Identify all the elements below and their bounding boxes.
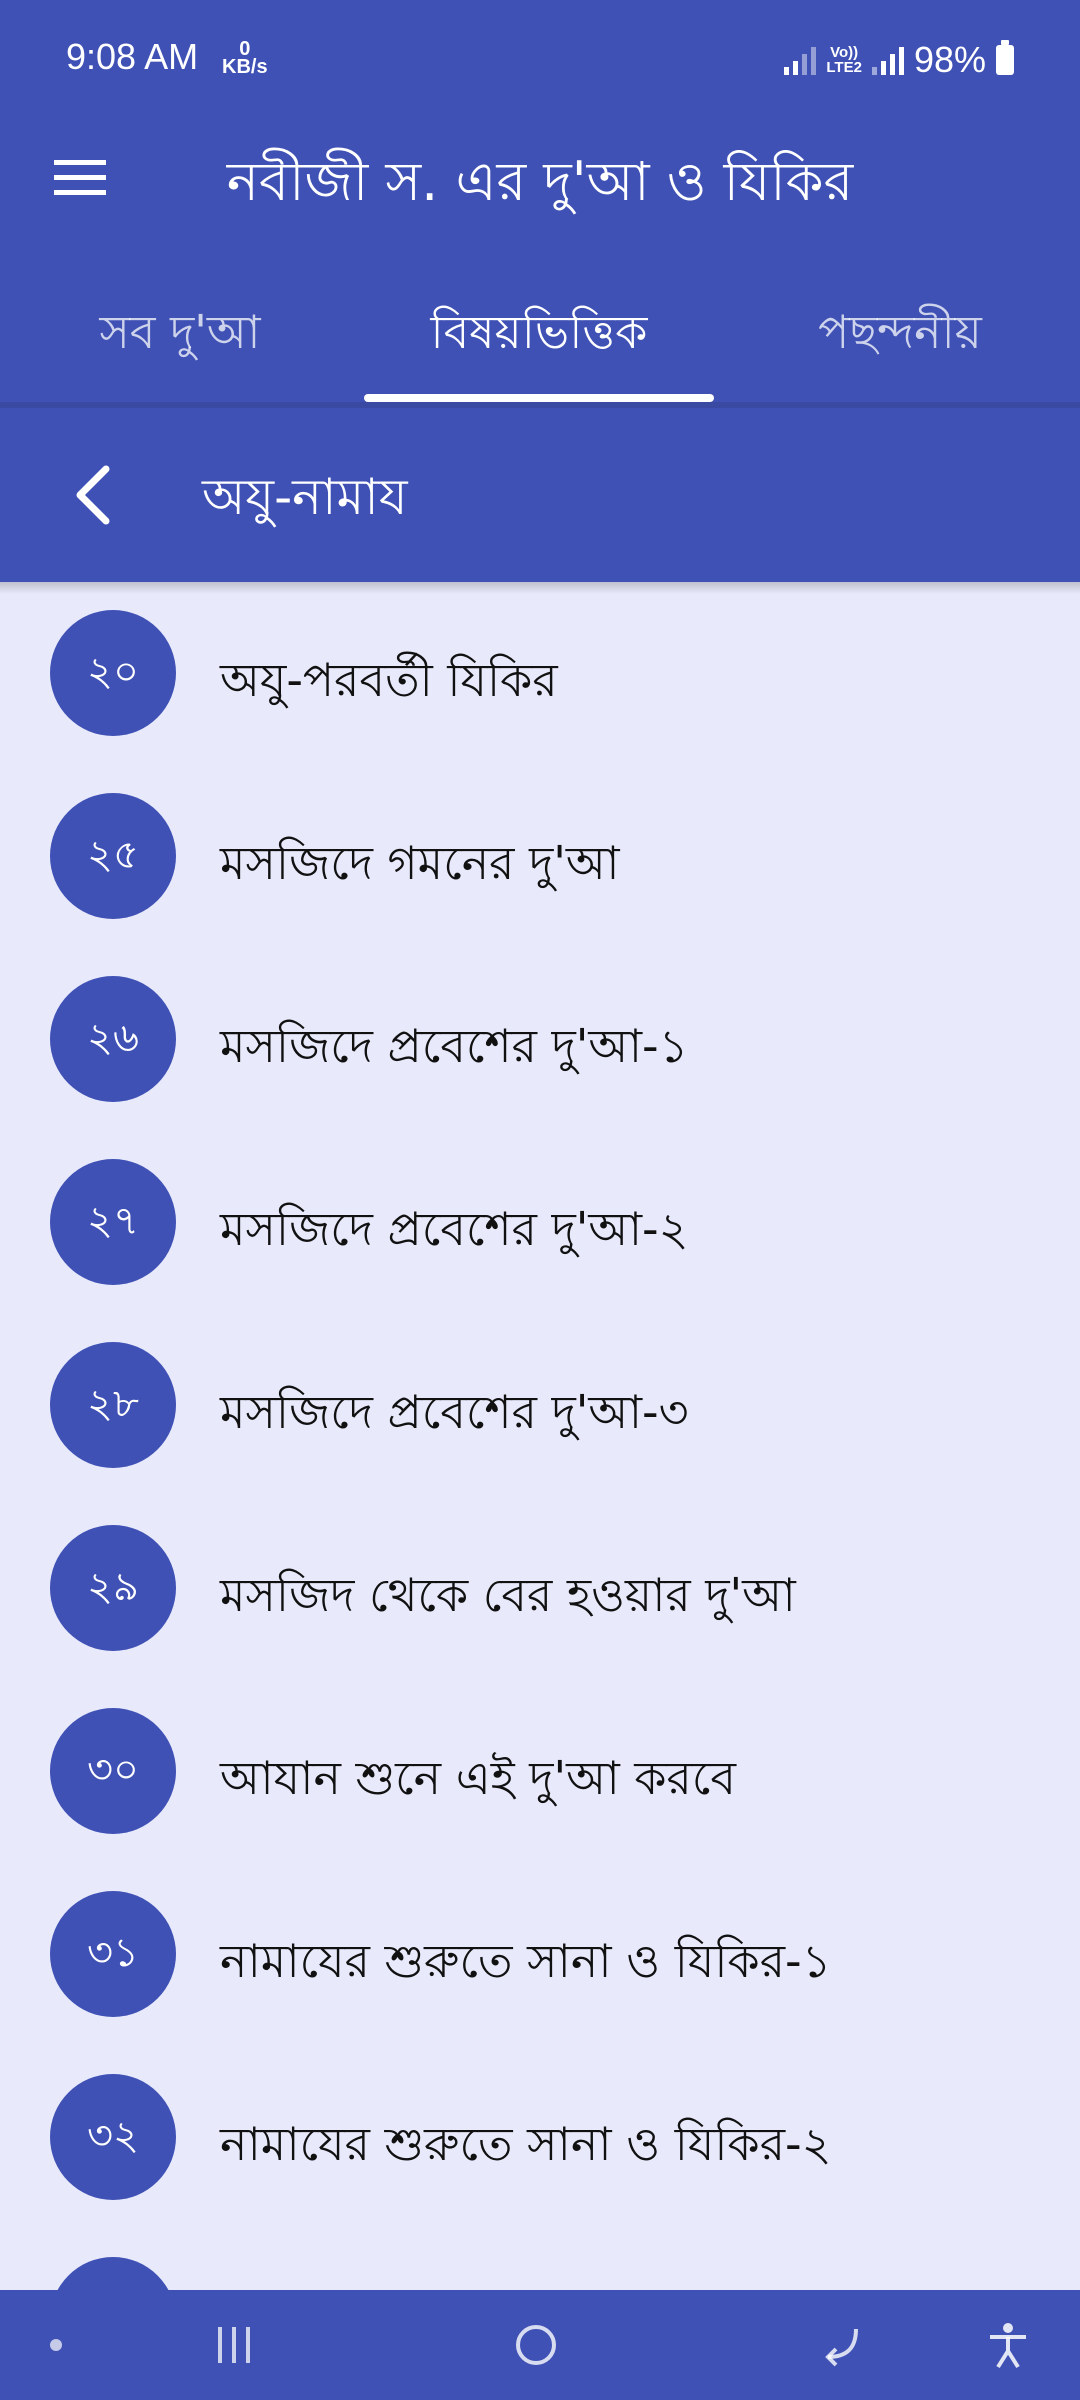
- category-title: অযু-নামায: [202, 468, 408, 526]
- status-indicators: Vo)) LTE2 98%: [784, 34, 1014, 86]
- item-number-badge: ২৬: [50, 976, 176, 1102]
- item-label: মসজিদে প্রবেশের দু'আ-১: [220, 1019, 689, 1073]
- item-label: মসজিদে প্রবেশের দু'আ-২: [220, 1202, 689, 1256]
- active-tab-indicator: [364, 394, 714, 402]
- item-label: নামাযের শুরুতে সানা ও যিকির-২: [220, 2117, 832, 2171]
- volte-icon: Vo)) LTE2: [826, 45, 862, 75]
- signal-1-icon: [784, 45, 817, 75]
- item-number-badge: ২৮: [50, 1342, 176, 1468]
- hamburger-menu-icon[interactable]: [40, 146, 120, 210]
- item-label: নামাযের শুরুতে সানা ও যিকির-১: [220, 1934, 832, 1988]
- list-item[interactable]: [0, 2253, 1080, 2290]
- accessibility-icon[interactable]: [968, 2310, 1048, 2380]
- list-item[interactable]: ৩০ আযান শুনে এই দু'আ করবে: [0, 1704, 1080, 1887]
- item-number-badge: ৩০: [50, 1708, 176, 1834]
- tab-topic-wise[interactable]: বিষয়ভিত্তিক: [364, 298, 714, 378]
- item-number-badge: ২৫: [50, 793, 176, 919]
- dua-list: ২০ অযু-পরবর্তী যিকির ২৫ মসজিদে গমনের দু'…: [0, 582, 1080, 2290]
- category-bar: অযু-নামায: [0, 408, 1080, 582]
- signal-2-icon: [871, 45, 904, 75]
- status-time: 9:08 AM: [66, 36, 199, 77]
- item-number-badge: ২০: [50, 610, 176, 736]
- volte-label: Vo)): [830, 44, 859, 61]
- battery-percent: 98%: [913, 39, 986, 80]
- list-item[interactable]: ২৮ মসজিদে প্রবেশের দু'আ-৩: [0, 1338, 1080, 1521]
- list-item[interactable]: ৩১ নামাযের শুরুতে সানা ও যিকির-১: [0, 1887, 1080, 2070]
- item-label: আযান শুনে এই দু'আ করবে: [220, 1751, 736, 1805]
- app-bar: নবীজী স. এর দু'আ ও যিকির: [0, 120, 1080, 236]
- list-item[interactable]: ২০ অযু-পরবর্তী যিকির: [0, 606, 1080, 789]
- network-speed-unit: KB/s: [222, 56, 268, 78]
- tab-bar: সব দু'আ বিষয়ভিত্তিক পছন্দনীয়: [0, 270, 1080, 402]
- item-number-badge: ২৭: [50, 1159, 176, 1285]
- item-number-badge: [50, 2257, 176, 2290]
- item-number-badge: ২৯: [50, 1525, 176, 1651]
- item-number-badge: ৩২: [50, 2074, 176, 2200]
- chevron-left-icon[interactable]: [48, 450, 138, 540]
- app-title: নবীজী স. এর দু'আ ও যিকির: [226, 150, 854, 213]
- tab-all-duas[interactable]: সব দু'আ: [40, 298, 320, 378]
- network-speed: 0 KB/s: [222, 39, 268, 78]
- item-label: মসজিদে প্রবেশের দু'আ-৩: [220, 1385, 689, 1439]
- home-icon[interactable]: [496, 2310, 576, 2380]
- category-bar-shadow: [0, 582, 1080, 594]
- item-label: অযু-পরবর্তী যিকির: [220, 653, 558, 707]
- tab-favorites[interactable]: পছন্দনীয়: [760, 298, 1040, 378]
- list-item[interactable]: ২৫ মসজিদে গমনের দু'আ: [0, 789, 1080, 972]
- item-label: মসজিদে গমনের দু'আ: [220, 836, 620, 890]
- system-navigation-bar: [0, 2290, 1080, 2400]
- lte-label: LTE2: [826, 59, 862, 76]
- dot-icon[interactable]: [16, 2310, 96, 2380]
- recent-apps-icon[interactable]: [194, 2310, 274, 2380]
- list-item[interactable]: ২৭ মসজিদে প্রবেশের দু'আ-২: [0, 1155, 1080, 1338]
- list-item[interactable]: ৩২ নামাযের শুরুতে সানা ও যিকির-২: [0, 2070, 1080, 2253]
- status-bar: 9:08 AM 0 KB/s Vo)) LTE2 98%: [0, 0, 1080, 120]
- item-number-badge: ৩১: [50, 1891, 176, 2017]
- back-icon[interactable]: [800, 2310, 880, 2380]
- item-label: মসজিদ থেকে বের হওয়ার দু'আ: [220, 1568, 796, 1622]
- list-item[interactable]: ২৯ মসজিদ থেকে বের হওয়ার দু'আ: [0, 1521, 1080, 1704]
- list-item[interactable]: ২৬ মসজিদে প্রবেশের দু'আ-১: [0, 972, 1080, 1155]
- battery-icon: [996, 40, 1014, 75]
